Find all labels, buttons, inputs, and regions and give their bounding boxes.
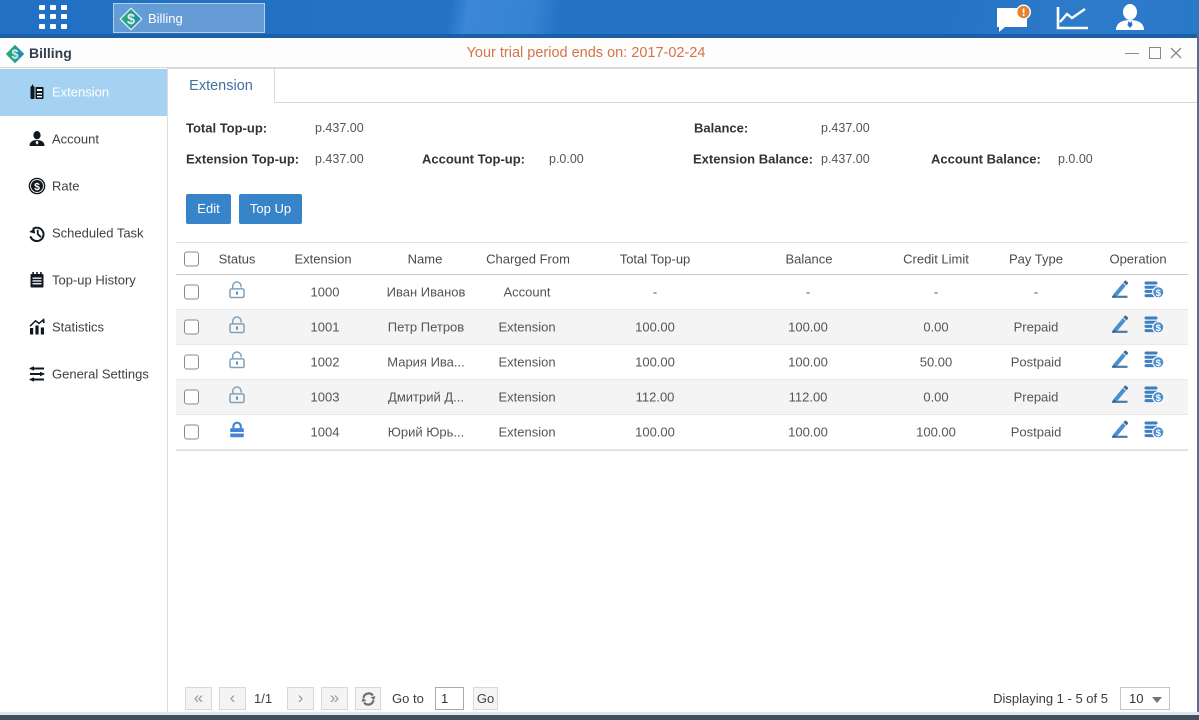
- svg-text:$: $: [1156, 393, 1162, 404]
- svg-text:$: $: [1156, 428, 1162, 439]
- svg-text:$: $: [1156, 358, 1162, 369]
- svg-text:$: $: [127, 12, 135, 28]
- svg-text:$: $: [1156, 323, 1162, 334]
- svg-text:$: $: [1156, 288, 1162, 299]
- svg-text:$: $: [34, 181, 40, 193]
